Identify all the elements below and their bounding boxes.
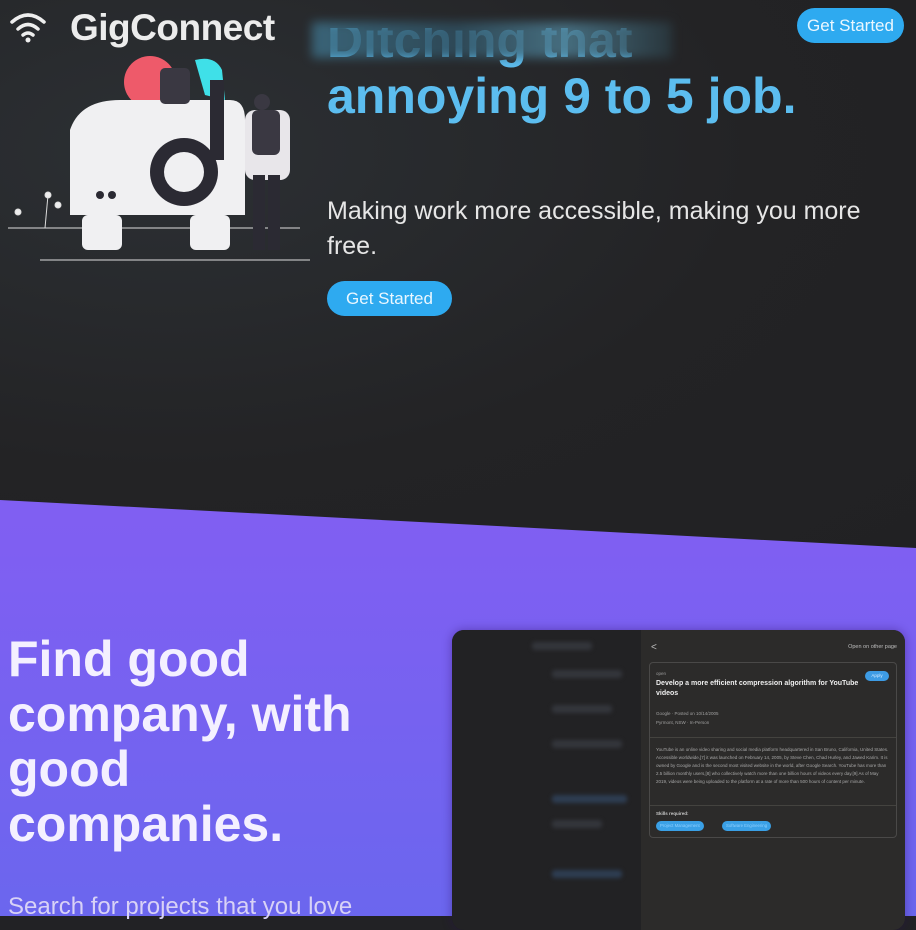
travel-illustration (8, 56, 310, 261)
divider (650, 805, 896, 806)
top-nav: GigConnect Get Started (0, 0, 916, 58)
hero-section: Ditching that annoying 9 to 5 job. Makin… (0, 0, 916, 560)
divider (650, 737, 896, 738)
blurred-nav-bar (312, 22, 672, 58)
features-heading: Find good company, with good companies. (8, 631, 352, 852)
job-detail-pane: < Open on other page open Develop a more… (641, 630, 905, 930)
job-card: open Develop a more efficient compressio… (649, 662, 897, 838)
job-list-pane (452, 630, 641, 930)
skill-tag[interactable]: Project Management (656, 821, 704, 831)
brand-name[interactable]: GigConnect (70, 7, 275, 49)
job-description: YouTube is an online video sharing and s… (656, 747, 889, 784)
job-title: Develop a more efficient compression alg… (656, 680, 859, 697)
skill-tag[interactable]: Software Engineering (722, 821, 772, 831)
app-preview: < Open on other page open Develop a more… (452, 630, 905, 930)
headline-line-2: annoying 9 to 5 job. (327, 68, 797, 124)
apply-button[interactable]: Apply (865, 671, 889, 681)
back-button[interactable]: < (651, 642, 657, 653)
open-other-page-link[interactable]: Open on other page (848, 644, 897, 650)
nav-get-started-button[interactable]: Get Started (797, 8, 904, 43)
location-line: Pyrmont, NSW · In-Person (656, 720, 710, 725)
job-status: open (656, 671, 667, 676)
wifi-icon[interactable] (8, 10, 48, 44)
hero-get-started-button[interactable]: Get Started (327, 281, 452, 316)
skills-label: Skills required: (656, 811, 689, 816)
hero-subtitle: Making work more accessible, making you … (327, 197, 861, 260)
company-line: Google · Posted on 10/14/2005 (656, 711, 719, 716)
features-subheading: Search for projects that you love (8, 893, 353, 920)
